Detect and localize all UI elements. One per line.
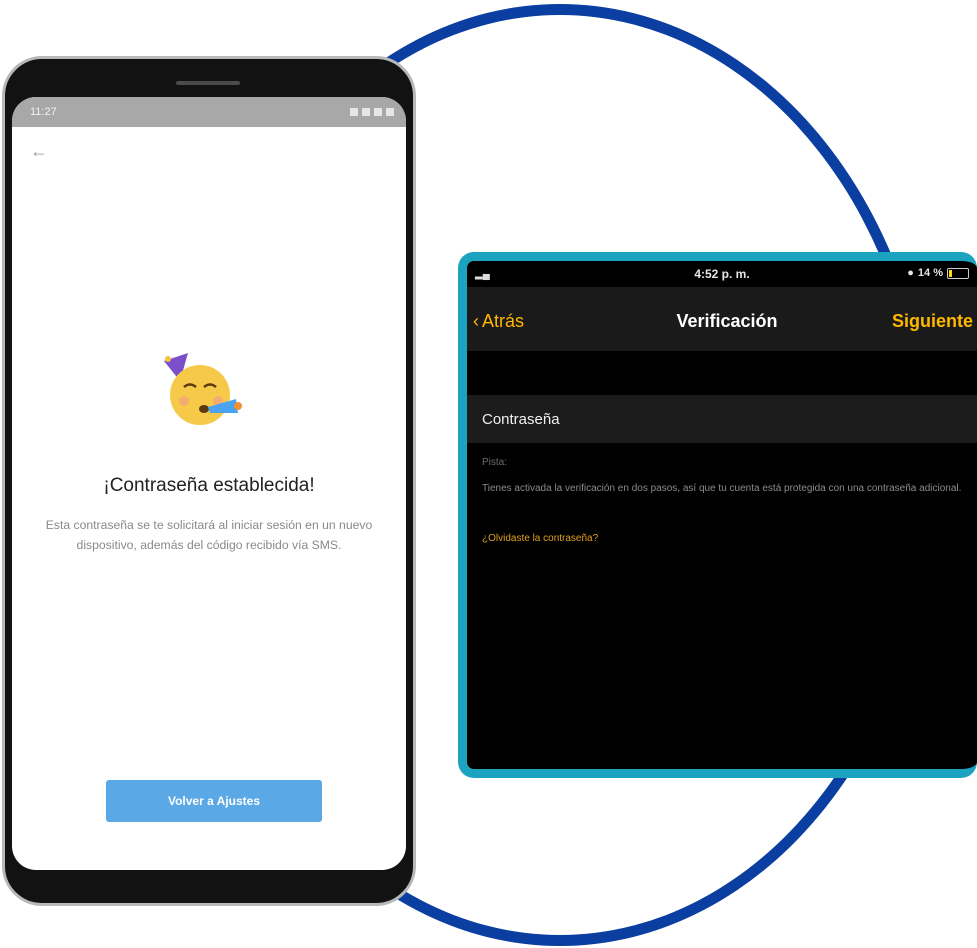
alarm-icon: ●: [907, 267, 914, 279]
partying-face-icon: [158, 347, 248, 437]
section-spacer: [467, 351, 977, 395]
ios-battery-status: ● 14 %: [907, 267, 969, 279]
notification-icon: [350, 108, 358, 116]
nav-next-button[interactable]: Siguiente: [892, 311, 973, 332]
ios-navigation-bar: ‹ Atrás Verificación Siguiente: [467, 287, 977, 351]
android-status-time: 11:27: [30, 106, 57, 118]
battery-icon: [947, 267, 969, 279]
battery-icon: [386, 108, 394, 116]
android-status-icons: [350, 108, 394, 116]
android-status-bar: 11:27: [12, 97, 406, 127]
success-description: Esta contraseña se te solicitará al inic…: [45, 518, 373, 552]
ios-status-time: 4:52 p. m.: [694, 267, 750, 281]
android-phone-frame: 11:27 ← ¡Contraseña establecida! Esta co…: [2, 56, 416, 906]
signal-icon: [374, 108, 382, 116]
password-row-label: Contraseña: [482, 410, 560, 428]
ios-screen-frame: ▂▄ 4:52 p. m. ● 14 % ‹ Atrás Verificació…: [458, 252, 977, 778]
wifi-icon: [362, 108, 370, 116]
ios-status-bar: ▂▄ 4:52 p. m. ● 14 %: [467, 261, 977, 287]
return-to-settings-button[interactable]: Volver a Ajustes: [106, 780, 322, 822]
arrow-left-icon[interactable]: ←: [30, 141, 48, 162]
two-step-info-text: Tienes activada la verificación en dos p…: [482, 483, 962, 494]
hint-label: Pista:: [482, 457, 508, 468]
battery-percent: 14 %: [917, 267, 943, 279]
password-field-row[interactable]: Contraseña: [467, 395, 977, 443]
phone-speaker: [176, 81, 240, 85]
success-headline: ¡Contraseña establecida!: [103, 475, 315, 496]
forgot-password-link[interactable]: ¿Olvidaste la contraseña?: [482, 533, 598, 544]
android-screen: 11:27 ← ¡Contraseña establecida! Esta co…: [12, 97, 406, 870]
